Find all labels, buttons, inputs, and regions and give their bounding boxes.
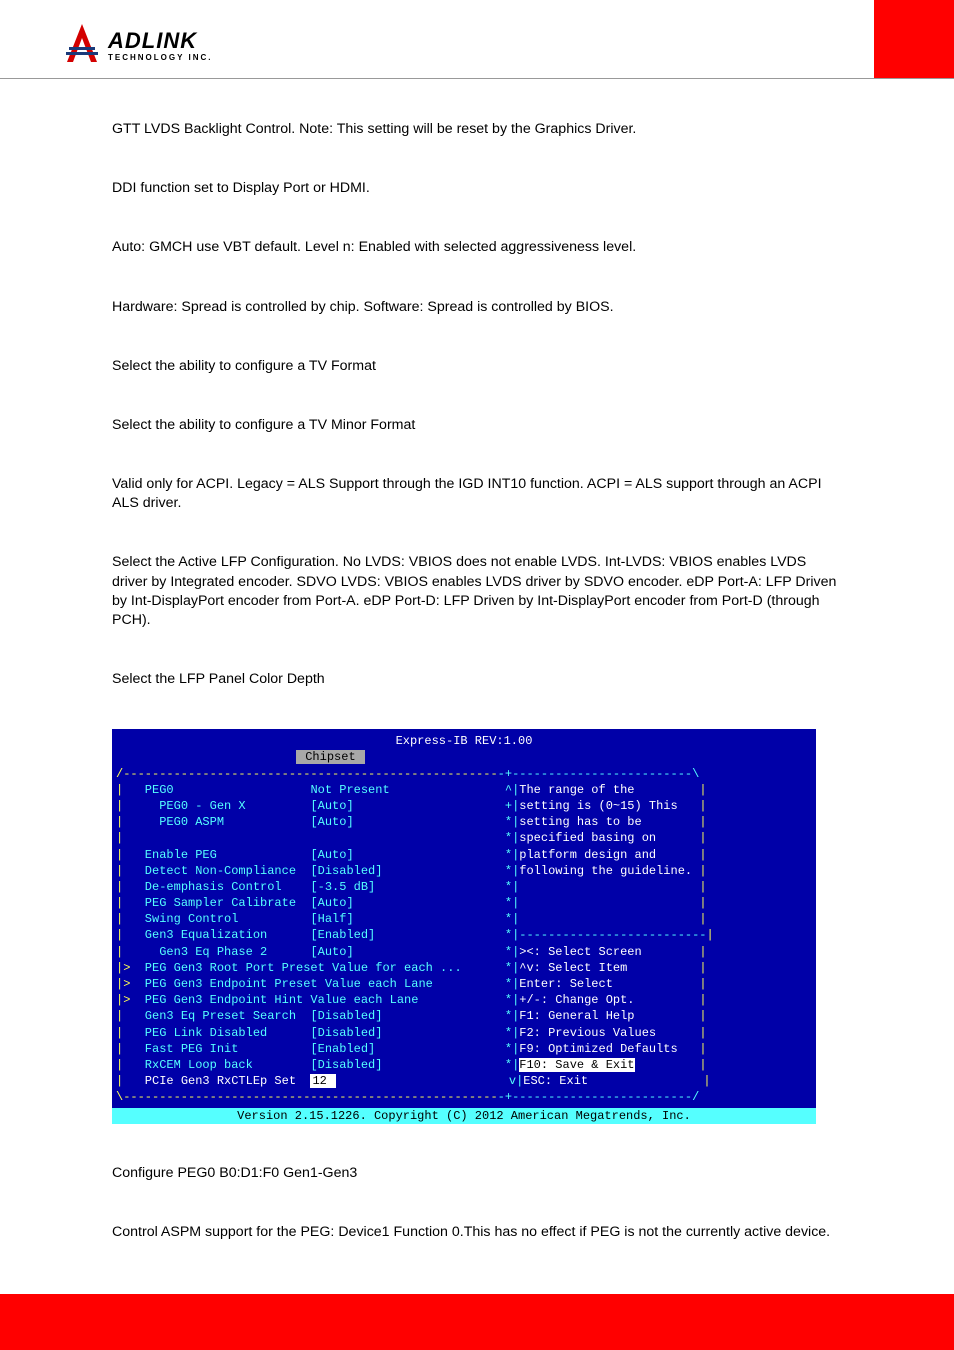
brand-tagline: TECHNOLOGY INC.	[108, 54, 213, 62]
header-red-block	[874, 0, 954, 78]
paragraph: Control ASPM support for the PEG: Device…	[112, 1223, 842, 1242]
paragraph: Valid only for ACPI. Legacy = ALS Suppor…	[112, 475, 842, 513]
paragraph: Hardware: Spread is controlled by chip. …	[112, 298, 842, 317]
paragraph: Configure PEG0 B0:D1:F0 Gen1-Gen3	[112, 1164, 842, 1183]
page-content: GTT LVDS Backlight Control. Note: This s…	[0, 92, 954, 1242]
paragraph: GTT LVDS Backlight Control. Note: This s…	[112, 120, 842, 139]
header-bar: ADLINK TECHNOLOGY INC.	[0, 0, 954, 92]
brand: ADLINK TECHNOLOGY INC.	[64, 22, 213, 71]
footer-red-bar	[0, 1294, 954, 1350]
adlink-logo-icon	[64, 22, 100, 71]
paragraph: Select the LFP Panel Color Depth	[112, 670, 842, 689]
bios-screenshot: Express-IB REV:1.00 Chipset /-----------…	[112, 729, 816, 1124]
brand-name: ADLINK	[108, 30, 213, 52]
paragraph: Select the ability to configure a TV For…	[112, 357, 842, 376]
paragraph: Select the ability to configure a TV Min…	[112, 416, 842, 435]
header-divider	[0, 78, 954, 79]
paragraph: DDI function set to Display Port or HDMI…	[112, 179, 842, 198]
paragraph: Auto: GMCH use VBT default. Level n: Ena…	[112, 238, 842, 257]
paragraph: Select the Active LFP Configuration. No …	[112, 553, 842, 630]
